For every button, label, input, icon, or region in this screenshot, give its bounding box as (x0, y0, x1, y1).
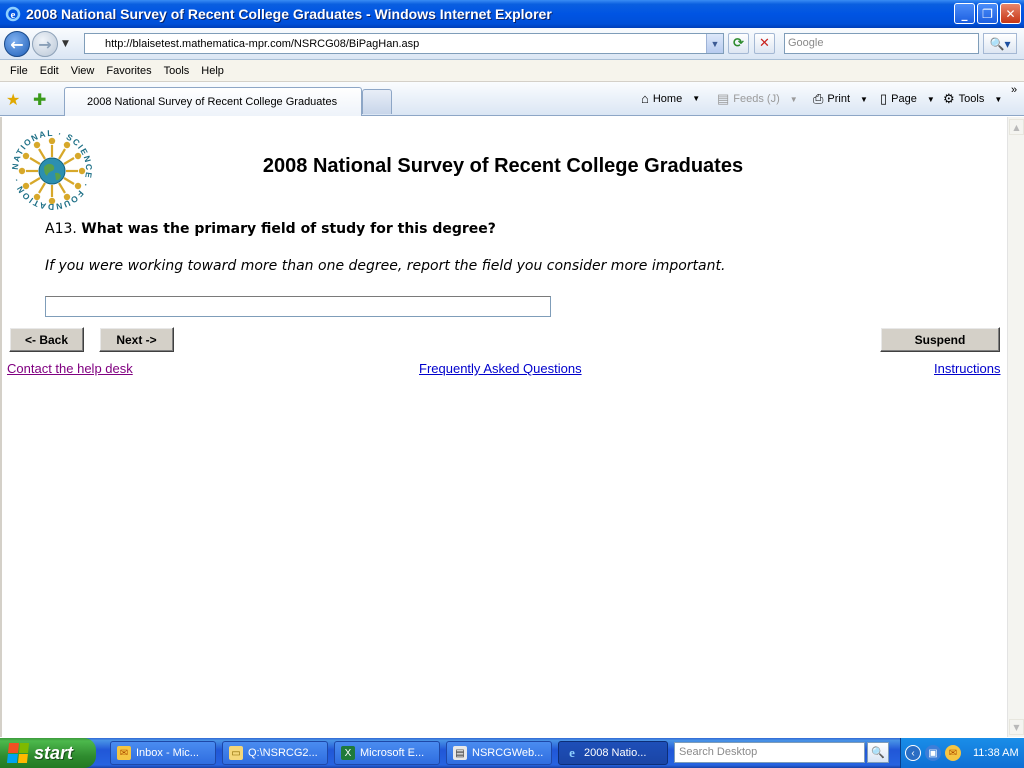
back-arrow-icon[interactable]: ← (4, 31, 30, 57)
next-button[interactable]: Next -> (99, 327, 174, 352)
home-button[interactable]: ⌂ Home ▼ (641, 91, 700, 106)
tab-active[interactable]: 2008 National Survey of Recent College G… (64, 87, 362, 116)
start-label: start (34, 742, 74, 763)
search-icon[interactable]: 🔍 (867, 742, 889, 763)
taskbar-item-ie[interactable]: e 2008 Natio... (558, 741, 668, 765)
page-icon: ▯ (880, 91, 888, 106)
gear-icon: ⚙ (943, 91, 955, 106)
recent-pages-dropdown-icon[interactable]: ▼ (62, 39, 69, 49)
menu-file[interactable]: File (4, 65, 34, 77)
rss-feed-icon: ▤ (717, 91, 730, 106)
window-titlebar: e 2008 National Survey of Recent College… (0, 0, 1024, 28)
search-input[interactable]: Google (784, 33, 979, 54)
page-menu-button[interactable]: ▯ Page ▼ (880, 91, 935, 107)
address-dropdown-icon[interactable]: ▼ (706, 34, 723, 53)
chevron-down-icon[interactable]: ▼ (994, 95, 1002, 104)
svg-text:e: e (11, 9, 16, 21)
address-input[interactable]: http://blaisetest.mathematica-mpr.com/NS… (84, 33, 724, 54)
chevron-left-icon[interactable]: ‹ (905, 745, 921, 761)
chevron-down-icon: ▼ (789, 94, 798, 104)
document-icon: ▤ (453, 746, 467, 760)
faq-link[interactable]: Frequently Asked Questions (419, 361, 582, 376)
desktop-search-input[interactable]: Search Desktop (674, 742, 865, 763)
maximize-icon[interactable]: ❐ (977, 3, 998, 24)
menu-favorites[interactable]: Favorites (100, 65, 157, 77)
menu-help[interactable]: Help (195, 65, 230, 77)
taskbar-item-excel[interactable]: X Microsoft E... (334, 741, 440, 765)
start-button[interactable]: start (0, 738, 96, 768)
taskbar: start ✉ Inbox - Mic... ▭ Q:\NSRCG2... X … (0, 738, 1024, 768)
question-prompt: A13. What was the primary field of study… (45, 221, 496, 237)
chevron-down-icon[interactable]: ▼ (927, 95, 935, 104)
minimize-icon[interactable]: _ (954, 3, 975, 24)
menu-bar: File Edit View Favorites Tools Help (0, 60, 1024, 82)
search-icon[interactable]: 🔍▾ (983, 33, 1017, 54)
question-text: What was the primary field of study for … (81, 221, 496, 237)
favorites-star-icon[interactable]: ★ (6, 90, 20, 109)
page-content (0, 117, 1024, 737)
stop-icon[interactable]: ✕ (754, 33, 775, 54)
print-button[interactable]: ⎙ Print ▼ (813, 91, 868, 107)
outlook-tray-icon[interactable]: ✉ (945, 745, 961, 761)
refresh-icon[interactable]: ⟳ (728, 33, 749, 54)
forward-arrow-icon[interactable]: → (32, 31, 58, 57)
scroll-down-icon[interactable]: ▼ (1009, 719, 1024, 735)
address-url: http://blaisetest.mathematica-mpr.com/NS… (105, 37, 420, 50)
scroll-up-icon[interactable]: ▲ (1009, 119, 1024, 135)
ie-logo-icon: e (5, 6, 21, 22)
taskbar-item-document[interactable]: ▤ NSRCGWeb... (446, 741, 552, 765)
ie-icon: e (569, 745, 575, 760)
chevron-more-icon[interactable]: » (1011, 84, 1017, 96)
menu-edit[interactable]: Edit (34, 65, 65, 77)
excel-icon: X (341, 746, 355, 760)
outlook-icon: ✉ (117, 746, 131, 760)
window-title: 2008 National Survey of Recent College G… (26, 6, 552, 22)
nsf-logo: NATIONAL · SCIENCE · FOUNDATION · (10, 128, 93, 212)
printer-icon: ⎙ (813, 91, 824, 106)
add-favorite-icon[interactable]: ✚ (33, 90, 46, 109)
menu-view[interactable]: View (65, 65, 101, 77)
clock: 11:38 AM (973, 747, 1019, 759)
vertical-scrollbar[interactable]: ▲ ▼ (1007, 117, 1024, 737)
menu-tools[interactable]: Tools (158, 65, 196, 77)
chevron-down-icon[interactable]: ▼ (860, 95, 868, 104)
windows-flag-icon (6, 743, 30, 763)
back-button[interactable]: <- Back (9, 327, 84, 352)
page-title: 2008 National Survey of Recent College G… (262, 155, 744, 177)
feeds-button: ▤ Feeds (J) ▼ (717, 91, 798, 106)
folder-icon: ▭ (229, 746, 243, 760)
network-icon[interactable]: ▣ (925, 745, 941, 761)
new-tab-button[interactable] (362, 89, 392, 114)
close-icon[interactable]: ✕ (1000, 3, 1021, 24)
suspend-button[interactable]: Suspend (880, 327, 1000, 352)
chevron-down-icon[interactable]: ▼ (692, 94, 700, 103)
address-toolbar: ← → ▼ http://blaisetest.mathematica-mpr.… (0, 28, 1024, 60)
question-instruction: If you were working toward more than one… (45, 258, 726, 274)
help-desk-link[interactable]: Contact the help desk (7, 361, 133, 376)
field-of-study-input[interactable] (45, 296, 551, 317)
home-icon: ⌂ (641, 91, 649, 106)
tools-menu-button[interactable]: ⚙ Tools ▼ (943, 91, 1002, 107)
tab-bar: ★ ✚ 2008 National Survey of Recent Colle… (0, 82, 1024, 116)
instructions-link[interactable]: Instructions (934, 361, 1000, 376)
system-tray: ‹ ▣ ✉ 11:38 AM (900, 738, 1024, 768)
question-number: A13. (45, 221, 77, 237)
taskbar-item-inbox[interactable]: ✉ Inbox - Mic... (110, 741, 216, 765)
taskbar-item-folder[interactable]: ▭ Q:\NSRCG2... (222, 741, 328, 765)
